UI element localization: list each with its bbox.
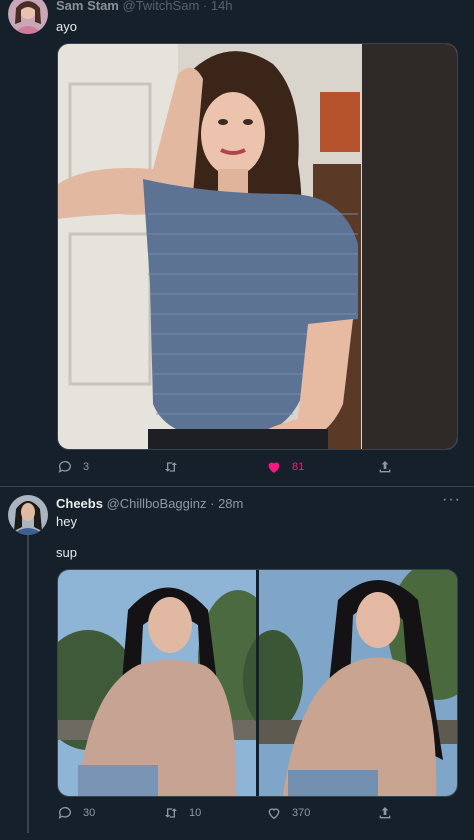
tweet-header: Cheebs @ChillboBagginz · 28m: [56, 496, 243, 511]
like-count: 81: [292, 461, 305, 473]
tweet-text-line-2: sup: [56, 545, 77, 560]
reply-button[interactable]: 3: [57, 457, 89, 477]
display-name[interactable]: Cheebs: [56, 496, 103, 511]
share-icon: [379, 807, 391, 819]
retweet-icon: [165, 808, 177, 818]
share-button[interactable]: [377, 457, 393, 477]
like-icon: [268, 808, 280, 820]
tweet-text: ayo: [56, 19, 77, 34]
tweet-photo-grid: [57, 569, 458, 797]
share-button[interactable]: [377, 803, 393, 823]
avatar[interactable]: [8, 495, 48, 535]
timestamp[interactable]: · 28m: [210, 496, 243, 511]
display-name[interactable]: Sam Stam: [56, 0, 119, 13]
retweet-button[interactable]: [163, 457, 189, 477]
more-icon[interactable]: ···: [442, 491, 461, 509]
retweet-button[interactable]: 10: [163, 803, 201, 823]
tweet-2[interactable]: Cheebs @ChillboBagginz · 28m ··· hey sup: [0, 487, 474, 840]
tweet-header: Sam Stam @TwitchSam · 14h: [56, 0, 233, 13]
handle[interactable]: @ChillboBagginz: [107, 496, 207, 511]
photo-right[interactable]: [243, 570, 457, 796]
reply-icon: [58, 807, 71, 819]
reply-count: 3: [83, 461, 90, 473]
like-button[interactable]: 81: [266, 457, 304, 477]
thread-line: [27, 533, 29, 833]
tweet-text-line-1: hey: [56, 514, 77, 529]
like-button[interactable]: 370: [266, 803, 310, 823]
like-count: 370: [292, 807, 311, 819]
tweet-1[interactable]: Sam Stam @TwitchSam · 14h ayo 3 81: [0, 0, 474, 487]
avatar[interactable]: [8, 0, 48, 34]
photo-woman-striped-shirt: [58, 44, 457, 449]
retweet-icon: [165, 462, 177, 472]
tweet-photo[interactable]: [57, 43, 458, 450]
reply-count: 30: [83, 807, 96, 819]
reply-icon: [58, 461, 71, 473]
share-icon: [379, 461, 391, 473]
like-icon: [268, 462, 280, 473]
retweet-count: 10: [189, 807, 202, 819]
reply-button[interactable]: 30: [57, 803, 95, 823]
photo-grid: [58, 570, 457, 796]
handle[interactable]: @TwitchSam · 14h: [123, 0, 233, 13]
